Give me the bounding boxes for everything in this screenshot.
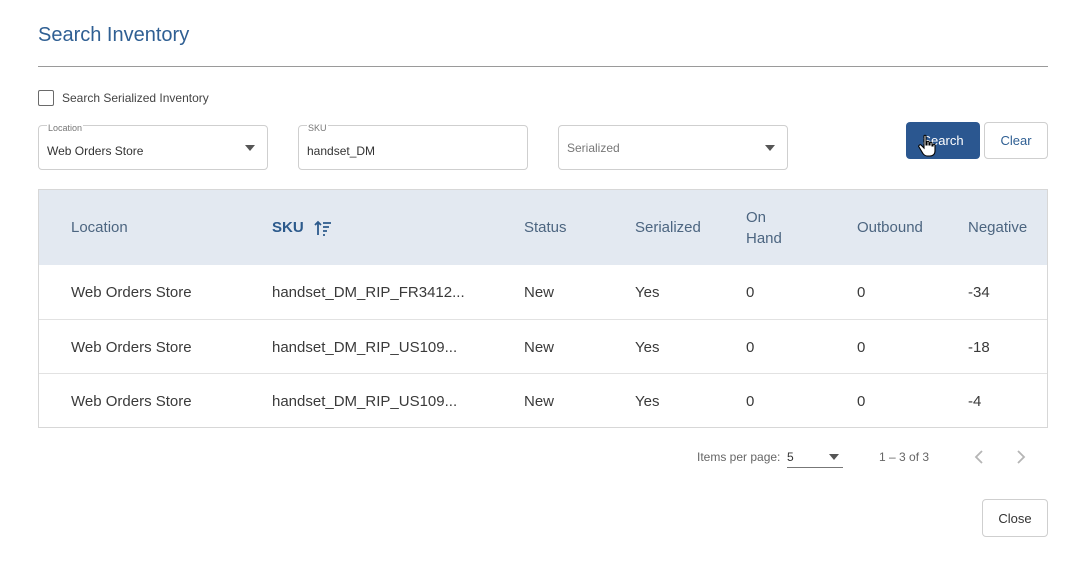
serialized-placeholder: Serialized (567, 141, 620, 155)
sku-label: SKU (307, 123, 328, 133)
column-header-sku[interactable]: SKU (272, 219, 332, 236)
cell-on-hand: 0 (746, 284, 755, 301)
cell-serialized: Yes (635, 339, 660, 356)
cell-outbound: 0 (857, 339, 866, 356)
previous-page-icon[interactable] (971, 448, 989, 466)
column-header-serialized[interactable]: Serialized (635, 219, 701, 236)
column-header-status[interactable]: Status (524, 219, 567, 236)
column-header-location[interactable]: Location (71, 219, 128, 236)
location-label: Location (47, 123, 84, 133)
cell-location: Web Orders Store (71, 393, 192, 410)
pagination-range: 1 – 3 of 3 (879, 450, 930, 464)
cell-status: New (524, 393, 555, 410)
next-page-icon[interactable] (1011, 448, 1029, 466)
cell-on-hand: 0 (746, 339, 755, 356)
serialized-inventory-label: Search Serialized Inventory (62, 91, 209, 105)
cell-status: New (524, 284, 555, 301)
cell-status: New (524, 339, 555, 356)
cell-sku: handset_DM_RIP_US109... (272, 393, 458, 410)
cell-outbound: 0 (857, 284, 866, 301)
close-button[interactable]: Close (982, 499, 1048, 537)
location-select[interactable]: Location Web Orders Store (38, 123, 268, 170)
sku-input[interactable]: SKU handset_DM (298, 123, 528, 170)
column-header-negative[interactable]: Negative (968, 219, 1027, 236)
cell-sku: handset_DM_RIP_US109... (272, 339, 458, 356)
table-header: Location SKU Status Serialized On Hand O… (39, 190, 1047, 265)
table-row[interactable]: Web Orders Store handset_DM_RIP_FR3412..… (39, 265, 1047, 319)
chevron-down-icon (829, 454, 839, 460)
table-row[interactable]: Web Orders Store handset_DM_RIP_US109...… (39, 373, 1047, 427)
cell-outbound: 0 (857, 393, 866, 410)
items-per-page-select[interactable]: 5 (787, 446, 843, 468)
inventory-table: Location SKU Status Serialized On Hand O… (38, 189, 1048, 428)
cell-location: Web Orders Store (71, 339, 192, 356)
cell-negative: -34 (968, 284, 990, 301)
cell-sku: handset_DM_RIP_FR3412... (272, 284, 465, 301)
serialized-select[interactable]: Serialized (558, 125, 788, 170)
cell-serialized: Yes (635, 284, 660, 301)
cell-on-hand: 0 (746, 393, 755, 410)
title-divider (38, 66, 1048, 67)
column-header-outbound[interactable]: Outbound (857, 219, 923, 236)
sku-value[interactable]: handset_DM (307, 144, 375, 158)
cell-negative: -18 (968, 339, 990, 356)
chevron-down-icon (245, 145, 255, 151)
column-header-sku-label: SKU (272, 219, 304, 236)
chevron-down-icon (765, 145, 775, 151)
serialized-inventory-checkbox[interactable] (38, 90, 54, 106)
items-per-page-label: Items per page: (697, 450, 781, 464)
clear-button[interactable]: Clear (984, 122, 1048, 159)
cell-negative: -4 (968, 393, 982, 410)
cell-location: Web Orders Store (71, 284, 192, 301)
serialized-inventory-toggle[interactable]: Search Serialized Inventory (38, 90, 209, 106)
sort-descending-icon[interactable] (314, 220, 332, 236)
items-per-page-value: 5 (787, 450, 794, 464)
column-header-on-hand-line2[interactable]: Hand (746, 230, 782, 247)
dialog-title: Search Inventory (38, 24, 190, 46)
column-header-on-hand-line1[interactable]: On (746, 209, 766, 226)
cell-serialized: Yes (635, 393, 660, 410)
location-value: Web Orders Store (47, 144, 144, 158)
table-row[interactable]: Web Orders Store handset_DM_RIP_US109...… (39, 319, 1047, 373)
hand-cursor-icon (918, 134, 936, 157)
